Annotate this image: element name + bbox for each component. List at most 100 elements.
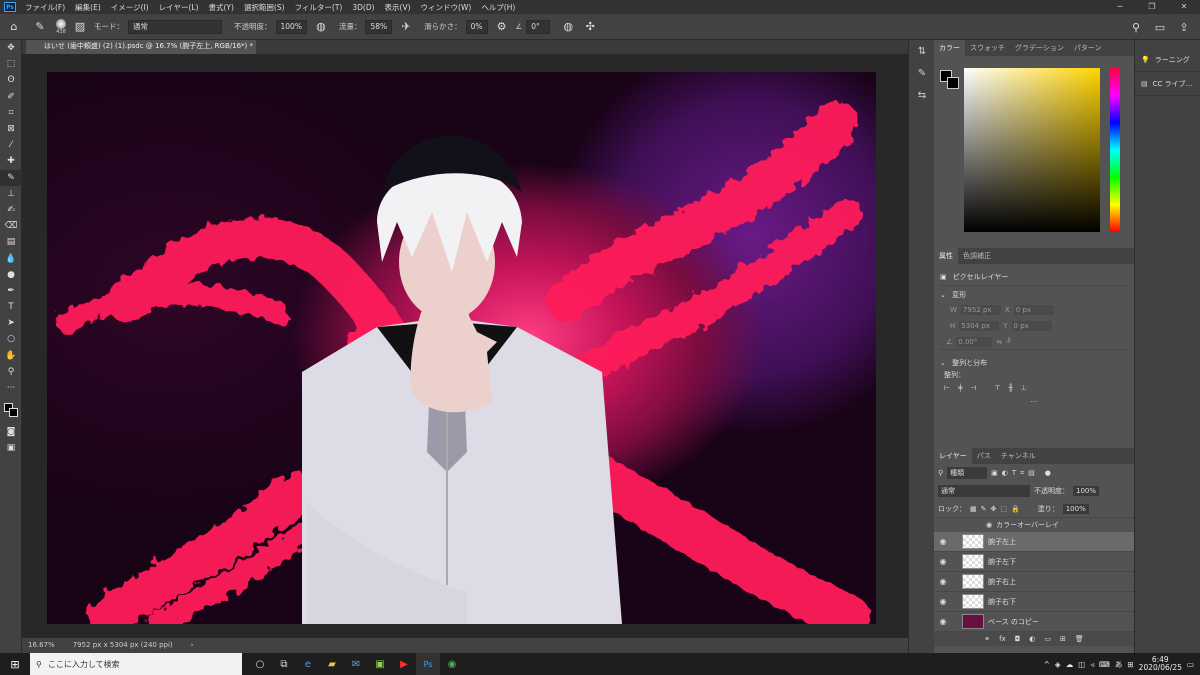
fg-bg-swatch[interactable] (940, 70, 960, 90)
flow-input[interactable]: 58% (365, 19, 393, 34)
volume-icon[interactable]: ◃ (1090, 660, 1094, 669)
zoom-tool-icon[interactable]: ⚲ (0, 364, 22, 380)
maximize-icon[interactable]: ❐ (1136, 0, 1168, 14)
swatches-icon[interactable] (0, 396, 22, 424)
document-tab[interactable]: はいせ (歯中頼盛) (2) (1).psdc @ 16.7% (腕子左上, R… (26, 40, 256, 54)
layer-row[interactable]: ◉ ベース のコピー (934, 612, 1134, 632)
adjustments-icon[interactable]: ⇆ (909, 84, 935, 106)
eye-icon[interactable]: ◉ (934, 557, 952, 566)
search-icon[interactable]: ⚲ (1128, 19, 1144, 35)
flip-horizontal-icon[interactable]: ⇋ (996, 338, 1002, 346)
more-options-icon[interactable]: ··· (940, 398, 1128, 406)
group-icon[interactable]: ▭ (1044, 635, 1051, 643)
defender-icon[interactable]: ◈ (1055, 660, 1061, 669)
width-input[interactable]: 7952 px (960, 305, 1001, 315)
rotate-input[interactable]: 0.00° (956, 336, 993, 347)
tab-patterns[interactable]: パターン (1069, 40, 1107, 56)
opacity-input[interactable]: 100% (275, 19, 307, 34)
filter-pixel-icon[interactable]: ▣ (991, 469, 998, 477)
align-left-icon[interactable]: ⊢ (944, 384, 950, 392)
blend-mode-select[interactable]: 通常 (938, 485, 1030, 497)
eye-icon[interactable]: ◉ (934, 537, 952, 546)
eraser-tool-icon[interactable]: ⌫ (0, 218, 22, 234)
menu-type[interactable]: 書式(Y) (204, 2, 239, 13)
lock-artboard-icon[interactable]: ⬚ (1000, 505, 1007, 513)
quick-select-tool-icon[interactable]: ✐ (0, 89, 22, 105)
eye-icon[interactable]: ◉ (934, 597, 952, 606)
brush-settings-icon[interactable]: ▨ (72, 19, 88, 35)
pressure-size-icon[interactable]: ◍ (560, 19, 576, 35)
brush-settings-panel-icon[interactable]: ✎ (909, 62, 935, 84)
adjustment-layer-icon[interactable]: ◐ (1029, 635, 1035, 643)
eye-icon[interactable]: ◉ (934, 617, 952, 626)
layer-opacity-input[interactable]: 100% (1073, 486, 1100, 496)
crop-tool-icon[interactable]: ⌗ (0, 105, 22, 121)
menu-select[interactable]: 選択範囲(S) (239, 2, 290, 13)
chevron-up-icon[interactable]: ^ (1044, 660, 1050, 669)
brush-preset-picker[interactable]: 438 (56, 18, 66, 35)
onedrive-icon[interactable]: ☁ (1066, 660, 1074, 669)
mail-icon[interactable]: ✉ (344, 653, 368, 675)
zoom-level[interactable]: 16.67% (28, 638, 55, 653)
share-icon[interactable]: ⇪ (1176, 19, 1192, 35)
shape-tool-icon[interactable]: ○ (0, 331, 22, 347)
trash-icon[interactable]: 🗑 (1075, 635, 1084, 643)
tab-color[interactable]: カラー (934, 40, 965, 56)
path-select-tool-icon[interactable]: ➤ (0, 315, 22, 331)
notification-icon[interactable]: ▭ (1187, 660, 1194, 669)
airbrush-icon[interactable]: ✈ (398, 19, 414, 35)
clock[interactable]: 6:49 2020/06/25 (1139, 656, 1182, 672)
stamp-tool-icon[interactable]: ⊥ (0, 186, 22, 202)
collapse-align-icon[interactable]: ⌄ (940, 359, 946, 367)
color-field[interactable] (964, 68, 1100, 232)
more-tools-icon[interactable]: ··· (0, 380, 22, 396)
layer-style-icon[interactable]: fx (999, 635, 1006, 643)
menu-help[interactable]: ヘルプ(H) (476, 2, 520, 13)
align-top-icon[interactable]: ⊤ (994, 384, 1000, 392)
lock-position-icon[interactable]: ✥ (991, 505, 997, 513)
gradient-tool-icon[interactable]: ▤ (0, 234, 22, 250)
layer-mask-icon[interactable]: ◘ (1015, 635, 1021, 643)
explorer-icon[interactable]: ▰ (320, 653, 344, 675)
filter-smart-icon[interactable]: ▤ (1028, 469, 1035, 477)
tab-properties[interactable]: 属性 (934, 248, 958, 264)
filter-type-icon[interactable]: T (1012, 469, 1016, 477)
filter-shape-icon[interactable]: ⌗ (1020, 469, 1024, 478)
lock-pixels-icon[interactable]: ✎ (981, 505, 987, 513)
document-canvas[interactable] (47, 72, 876, 624)
align-hcenter-icon[interactable]: ╪ (958, 384, 962, 392)
menu-view[interactable]: 表示(V) (380, 2, 416, 13)
eye-icon[interactable]: ◉ (934, 577, 952, 586)
effect-visibility-icon[interactable]: ◉ (986, 521, 992, 529)
layer-kind-select[interactable]: 種類 (947, 467, 988, 479)
menu-window[interactable]: ウィンドウ(W) (416, 2, 477, 13)
close-icon[interactable]: ✕ (1168, 0, 1200, 14)
photos-icon[interactable]: ▣ (368, 653, 392, 675)
filter-toggle-icon[interactable]: ● (1045, 469, 1051, 477)
brush-tool-icon[interactable]: ✎ (0, 169, 22, 186)
angle-input[interactable]: 0° (526, 19, 551, 34)
status-arrow-icon[interactable]: › (191, 638, 194, 653)
new-layer-icon[interactable]: ⊞ (1060, 635, 1066, 643)
tab-channels[interactable]: チャンネル (996, 448, 1041, 464)
brush-tool-icon[interactable]: ✎ (32, 19, 48, 35)
pen-tool-icon[interactable]: ✒ (0, 283, 22, 299)
tab-paths[interactable]: パス (972, 448, 996, 464)
ime-mode-icon[interactable]: ⊞ (1127, 660, 1133, 669)
gear-icon[interactable]: ⚙ (494, 19, 510, 35)
minimize-icon[interactable]: ─ (1104, 0, 1136, 14)
workspace-icon[interactable]: ▭ (1152, 19, 1168, 35)
link-layers-icon[interactable]: ⚭ (984, 635, 990, 643)
screen-mode-icon[interactable]: ▣ (0, 440, 22, 456)
layer-row[interactable]: ◉ 腕子左上 (934, 532, 1134, 552)
menu-3d[interactable]: 3D(D) (347, 3, 379, 12)
network-icon[interactable]: ◫ (1078, 660, 1085, 669)
filter-adjust-icon[interactable]: ◐ (1002, 469, 1008, 477)
lasso-tool-icon[interactable]: ʘ (0, 72, 22, 88)
layer-row[interactable]: ◉ 腕子左下 (934, 552, 1134, 572)
healing-tool-icon[interactable]: ✚ (0, 153, 22, 169)
tab-adjustments[interactable]: 色調補正 (958, 248, 996, 264)
blur-tool-icon[interactable]: 💧 (0, 250, 22, 266)
color-overlay-effect[interactable]: カラーオーバーレイ (996, 520, 1059, 530)
fill-input[interactable]: 100% (1062, 503, 1089, 514)
